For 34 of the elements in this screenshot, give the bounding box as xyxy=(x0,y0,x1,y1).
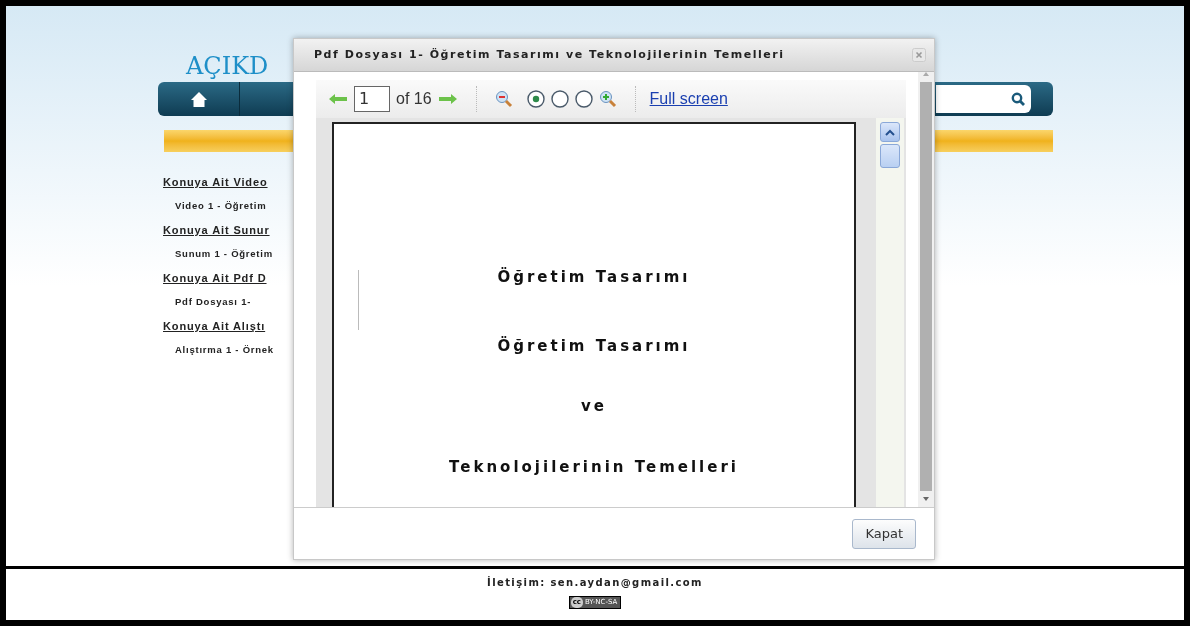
zoom-radio[interactable] xyxy=(574,90,593,108)
document-heading: ve xyxy=(581,396,607,417)
section-heading[interactable]: Konuya Ait Pdf D xyxy=(163,266,267,290)
text-cursor xyxy=(358,270,359,330)
zoom-in-icon[interactable] xyxy=(598,90,617,108)
sidebar-link[interactable]: Alıştırma 1 - Örnek xyxy=(175,338,274,362)
dialog-scroll-thumb[interactable] xyxy=(920,82,932,491)
dialog-scrollbar[interactable] xyxy=(918,72,934,507)
sidebar-link[interactable]: Pdf Dosyası 1- xyxy=(175,290,252,314)
section-heading[interactable]: Konuya Ait Alıştı xyxy=(163,314,266,338)
chevron-up-icon xyxy=(885,128,895,136)
scroll-up-button[interactable] xyxy=(880,122,900,142)
section-heading[interactable]: Konuya Ait Video xyxy=(163,170,268,194)
search-field[interactable] xyxy=(936,85,1031,113)
home-icon[interactable] xyxy=(189,90,208,108)
close-button[interactable]: Kapat xyxy=(852,518,916,549)
page-count: of 16 xyxy=(396,89,432,109)
scroll-thumb[interactable] xyxy=(880,144,900,168)
full-screen-link[interactable]: Full screen xyxy=(649,87,728,111)
zoom-radio[interactable] xyxy=(550,90,569,108)
sidebar-link[interactable]: Sunum 1 - Öğretim xyxy=(175,242,273,266)
close-icon[interactable] xyxy=(912,48,926,62)
section-heading[interactable]: Konuya Ait Sunur xyxy=(163,218,270,242)
document-heading: Öğretim Tasarımı xyxy=(497,266,691,288)
sidebar-link[interactable]: Video 1 - Öğretim xyxy=(175,194,267,218)
contact-text: İletişim: sen.aydan@gmail.com xyxy=(487,575,703,590)
document-heading: Öğretim Tasarımı xyxy=(497,335,691,357)
page-number-field[interactable]: 1 xyxy=(354,86,390,112)
zoom-out-icon[interactable] xyxy=(494,90,513,108)
scroll-down-arrow-icon[interactable] xyxy=(923,497,929,501)
document-heading: Teknolojilerinin Temelleri xyxy=(449,456,739,478)
dialog-title: Pdf Dosyası 1- Öğretim Tasarımı ve Teknolojilerinin Temelleri xyxy=(314,46,785,63)
zoom-radio[interactable] xyxy=(526,90,545,108)
search-icon[interactable] xyxy=(1011,92,1025,106)
